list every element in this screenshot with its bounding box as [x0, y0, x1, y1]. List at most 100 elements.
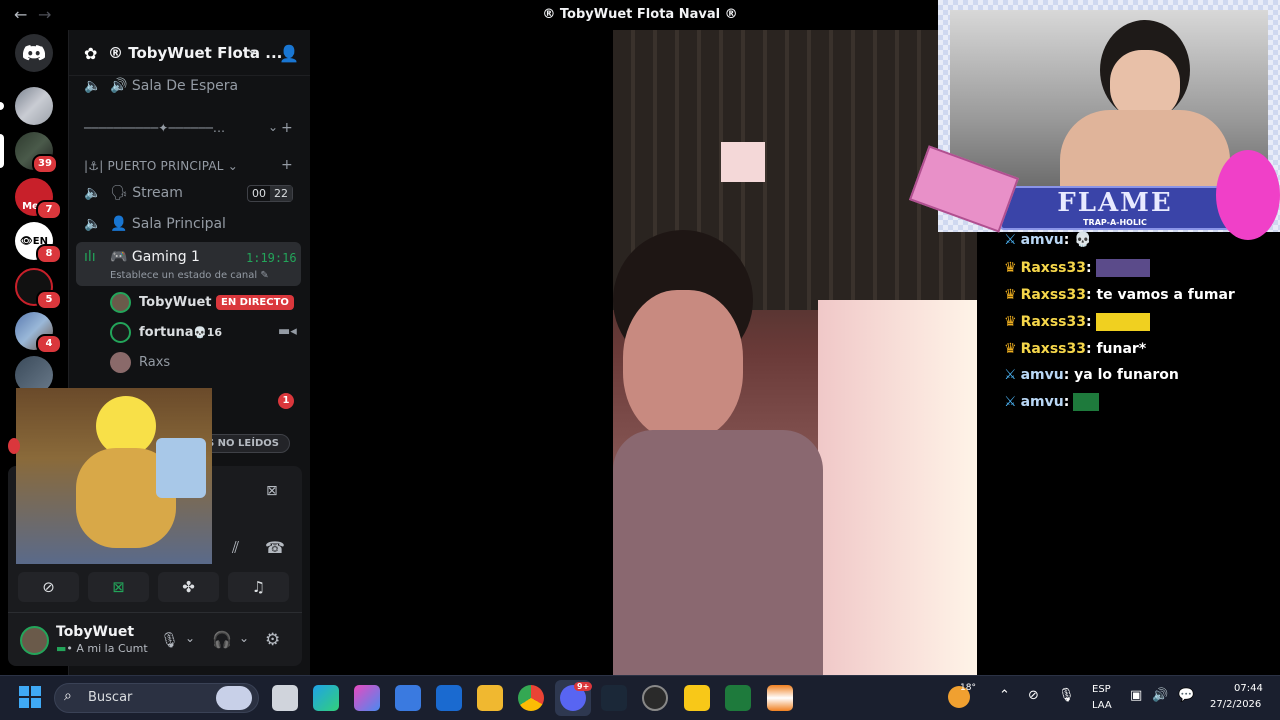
call-timer: 1:19:16 [246, 251, 297, 265]
speaker-icon: 🔈 [84, 185, 102, 201]
chat-emote [1073, 393, 1100, 411]
rockstar-icon[interactable] [684, 685, 710, 711]
server-settings-icon[interactable]: ✿ [84, 44, 97, 63]
chat-emote [1095, 259, 1150, 277]
channel-sala-espera[interactable]: 🔊 Sala De Espera [110, 78, 238, 94]
stream-video[interactable] [613, 30, 977, 675]
channel-label: Gaming 1 [131, 249, 200, 265]
store-icon[interactable] [395, 685, 421, 711]
chevron-down-icon[interactable]: ⌄ [246, 40, 259, 58]
folder-icon[interactable] [477, 685, 503, 711]
chat-message: ⚔ amvu: 💀 [1004, 232, 1092, 248]
channel-gaming-1[interactable]: 🎮 Gaming 1 [110, 249, 200, 265]
category-puerto-principal[interactable]: |⚓| PUERTO PRINCIPAL ⌄ [84, 159, 238, 173]
badge-8: 8 [36, 244, 62, 264]
status-text: Establece un estado de canal [110, 270, 258, 281]
chevron-down-icon[interactable]: ⌄ [268, 120, 278, 134]
chat-emote [1095, 313, 1150, 331]
avatar[interactable] [110, 322, 131, 343]
microphone-icon[interactable]: 🎙 [160, 631, 179, 649]
muted-icon[interactable]: ⊘ [1028, 688, 1039, 703]
chat-text: : [1085, 260, 1092, 276]
chevron-up-icon[interactable]: ⌃ [999, 688, 1010, 703]
network-icon[interactable]: ▣ [1130, 688, 1142, 703]
headphones-icon[interactable]: 🎧 [212, 630, 232, 649]
chat-text: : 💀 [1063, 232, 1092, 248]
speaker-icon: 🔈 [84, 216, 102, 232]
flame-title: FLAME [1057, 188, 1173, 218]
activities-button[interactable]: ✤ [158, 572, 219, 602]
bright-wall [818, 300, 977, 675]
live-badge: EN DIRECTO [216, 295, 294, 310]
crown-icon: ♛ [1004, 260, 1017, 276]
channel-status[interactable]: Establece un estado de canal ✎ [110, 270, 269, 281]
person-torso [1060, 110, 1230, 190]
badge-5: 5 [36, 290, 62, 310]
vlc-icon[interactable] [767, 685, 793, 711]
user-status[interactable]: ▬• A mi la Cumt [56, 642, 148, 655]
voice-user-raxs[interactable]: Raxs [139, 355, 170, 370]
noise-suppression-icon[interactable]: ⫽ [232, 538, 239, 558]
chat-nick: amvu [1020, 232, 1064, 248]
notifications-icon[interactable]: 💬 [1178, 688, 1194, 703]
flame-banner: FLAME TRAP-A-HOLIC [1000, 186, 1230, 230]
avatar[interactable] [20, 626, 49, 655]
clock-time[interactable]: 07:44 [1234, 683, 1263, 694]
badge-count: 16 [206, 326, 223, 339]
copilot-icon[interactable] [354, 685, 380, 711]
screen-share-button[interactable]: ⊠ [88, 572, 149, 602]
channel-label: Sala De Espera [131, 78, 239, 94]
flame-subtitle: TRAP-A-HOLIC [1083, 218, 1147, 227]
chat-text: : [1063, 394, 1070, 410]
avatar[interactable] [110, 352, 131, 373]
outlook-icon[interactable] [436, 685, 462, 711]
channel-stream[interactable]: 🗣 Stream [110, 185, 183, 201]
crown-icon: ♛ [1004, 341, 1017, 357]
chevron-down-icon[interactable]: ⌄ [239, 631, 249, 645]
homer-head [96, 396, 156, 456]
divider-category[interactable]: ──────────✦──────... [84, 121, 225, 135]
screen-share-icon[interactable]: ⊠ [266, 483, 278, 499]
search-highlight-image [216, 686, 252, 710]
add-user-icon[interactable]: 👤 [279, 44, 299, 63]
volume-icon[interactable]: 🔊 [1152, 688, 1168, 703]
skull-badge: 💀16 [193, 326, 223, 339]
voice-user-tobywuet[interactable]: TobyWuet [139, 295, 211, 310]
file-explorer-task-icon[interactable] [272, 685, 298, 711]
language-code[interactable]: ESP [1092, 684, 1111, 695]
chat-message: ♛ Raxss33: [1004, 259, 1150, 277]
microphone-icon[interactable]: 🎙 [1058, 688, 1075, 703]
voice-user-fortuna[interactable]: fortuna [139, 325, 194, 340]
add-channel-icon[interactable]: + [281, 157, 293, 173]
cup [156, 438, 206, 498]
edge-icon[interactable] [313, 685, 339, 711]
user-name[interactable]: TobyWuet [56, 624, 134, 640]
disconnect-icon[interactable]: ☎ [265, 538, 285, 557]
soundboard-button[interactable]: ♫ [228, 572, 289, 602]
channel-sala-principal[interactable]: 👤 Sala Principal [110, 216, 226, 232]
badge-7: 7 [36, 200, 62, 220]
server-icon-1[interactable] [15, 87, 53, 125]
streamer-webcam-overlay: FLAME TRAP-A-HOLIC [908, 0, 1280, 240]
chrome-icon[interactable] [518, 685, 544, 711]
vegas-icon[interactable] [725, 685, 751, 711]
discord-home-icon[interactable] [15, 34, 53, 72]
sword-icon: ⚔ [1004, 232, 1017, 248]
chevron-down-icon[interactable]: ⌄ [185, 631, 195, 645]
ceiling-light [721, 142, 765, 182]
gear-icon[interactable]: ⚙ [265, 630, 280, 650]
chat-nick: amvu [1020, 394, 1064, 410]
add-channel-icon[interactable]: + [281, 120, 293, 136]
badge-4: 4 [36, 334, 62, 354]
obs-icon[interactable] [642, 685, 668, 711]
camera-off-button[interactable]: ⊘ [18, 572, 79, 602]
chat-text: : ya lo funaron [1063, 367, 1179, 383]
windows-start-icon[interactable] [19, 686, 41, 708]
keyboard-layout[interactable]: LAA [1092, 700, 1112, 711]
chat-message: ⚔ amvu: [1004, 393, 1100, 411]
category-label: |⚓| PUERTO PRINCIPAL [84, 159, 224, 173]
avatar[interactable] [110, 292, 131, 313]
status-text: • A mi la Cumt [66, 642, 148, 655]
clock-date[interactable]: 27/2/2026 [1210, 699, 1261, 710]
steam-icon[interactable] [601, 685, 627, 711]
